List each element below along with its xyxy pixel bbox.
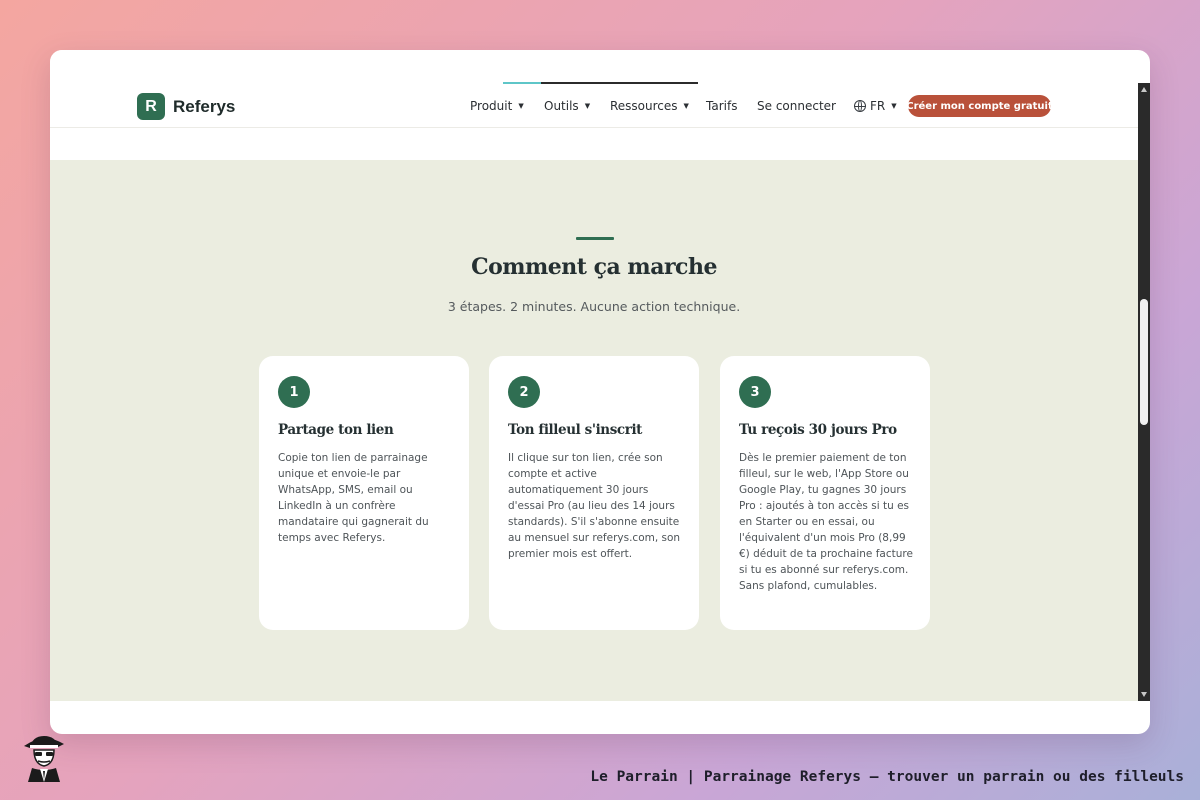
step-number-badge: 2 — [508, 376, 540, 408]
how-it-works-section: Comment ça marche 3 étapes. 2 minutes. A… — [50, 160, 1138, 701]
nav-item-label: Tarifs — [706, 99, 738, 113]
scroll-down-arrow-icon[interactable] — [1141, 692, 1147, 697]
step-title: Tu reçois 30 jours Pro — [739, 422, 897, 438]
create-account-button[interactable]: Créer mon compte gratuit — [906, 95, 1053, 117]
step-card-3: 3 Tu reçois 30 jours Pro Dès le premier … — [720, 356, 930, 630]
nav-item-label: Outils — [544, 99, 579, 113]
caret-down-icon: ▼ — [518, 102, 524, 110]
scrollbar-thumb[interactable] — [1140, 299, 1148, 425]
step-description: Dès le premier paiement de ton filleul, … — [739, 452, 913, 592]
caret-down-icon: ▼ — [683, 102, 689, 110]
step-description: Copie ton lien de parrainage unique et e… — [278, 452, 429, 544]
logo[interactable]: R Referys — [137, 93, 235, 120]
navbar: R Referys Produit ▼ Outils ▼ Ressources … — [50, 50, 1138, 128]
step-card-1: 1 Partage ton lien Copie ton lien de par… — [259, 356, 469, 630]
caret-down-icon: ▼ — [584, 102, 591, 110]
nav-indicator-line — [503, 82, 698, 84]
nav-item-label: Se connecter — [757, 99, 836, 113]
language-selector[interactable]: FR ▼ — [854, 98, 897, 114]
nav-item-produit[interactable]: Produit ▼ — [470, 98, 524, 114]
section-subtitle: 3 étapes. 2 minutes. Aucune action techn… — [447, 299, 741, 314]
step-number-badge: 1 — [278, 376, 310, 408]
step-title: Ton filleul s'inscrit — [508, 422, 643, 438]
globe-icon — [854, 100, 866, 112]
scroll-up-arrow-icon[interactable] — [1141, 87, 1147, 92]
step-title: Partage ton lien — [278, 422, 394, 438]
nav-item-se-connecter[interactable]: Se connecter — [757, 98, 836, 114]
nav-item-tarifs[interactable]: Tarifs — [706, 98, 737, 114]
nav-item-ressources[interactable]: Ressources ▼ — [610, 98, 689, 114]
step-number-badge: 3 — [739, 376, 771, 408]
brand-name: Referys — [173, 96, 236, 116]
browser-window: R Referys Produit ▼ Outils ▼ Ressources … — [50, 50, 1150, 734]
nav-item-outils[interactable]: Outils ▼ — [544, 98, 590, 114]
step-card-2: 2 Ton filleul s'inscrit Il clique sur to… — [489, 356, 699, 630]
section-accent-bar — [576, 237, 614, 240]
footer-caption: Le Parrain | Parrainage Referys — trouve… — [590, 769, 1184, 785]
step-description: Il clique sur ton lien, crée son compte … — [508, 452, 681, 560]
nav-item-label: Ressources — [610, 99, 678, 113]
scrollbar[interactable] — [1138, 83, 1150, 701]
section-title: Comment ça marche — [471, 254, 717, 280]
logo-mark: R — [137, 93, 165, 120]
nav-item-label: Produit — [470, 99, 513, 113]
godfather-mascot-icon — [24, 736, 64, 782]
caret-down-icon: ▼ — [891, 102, 897, 110]
language-label: FR — [870, 99, 886, 113]
